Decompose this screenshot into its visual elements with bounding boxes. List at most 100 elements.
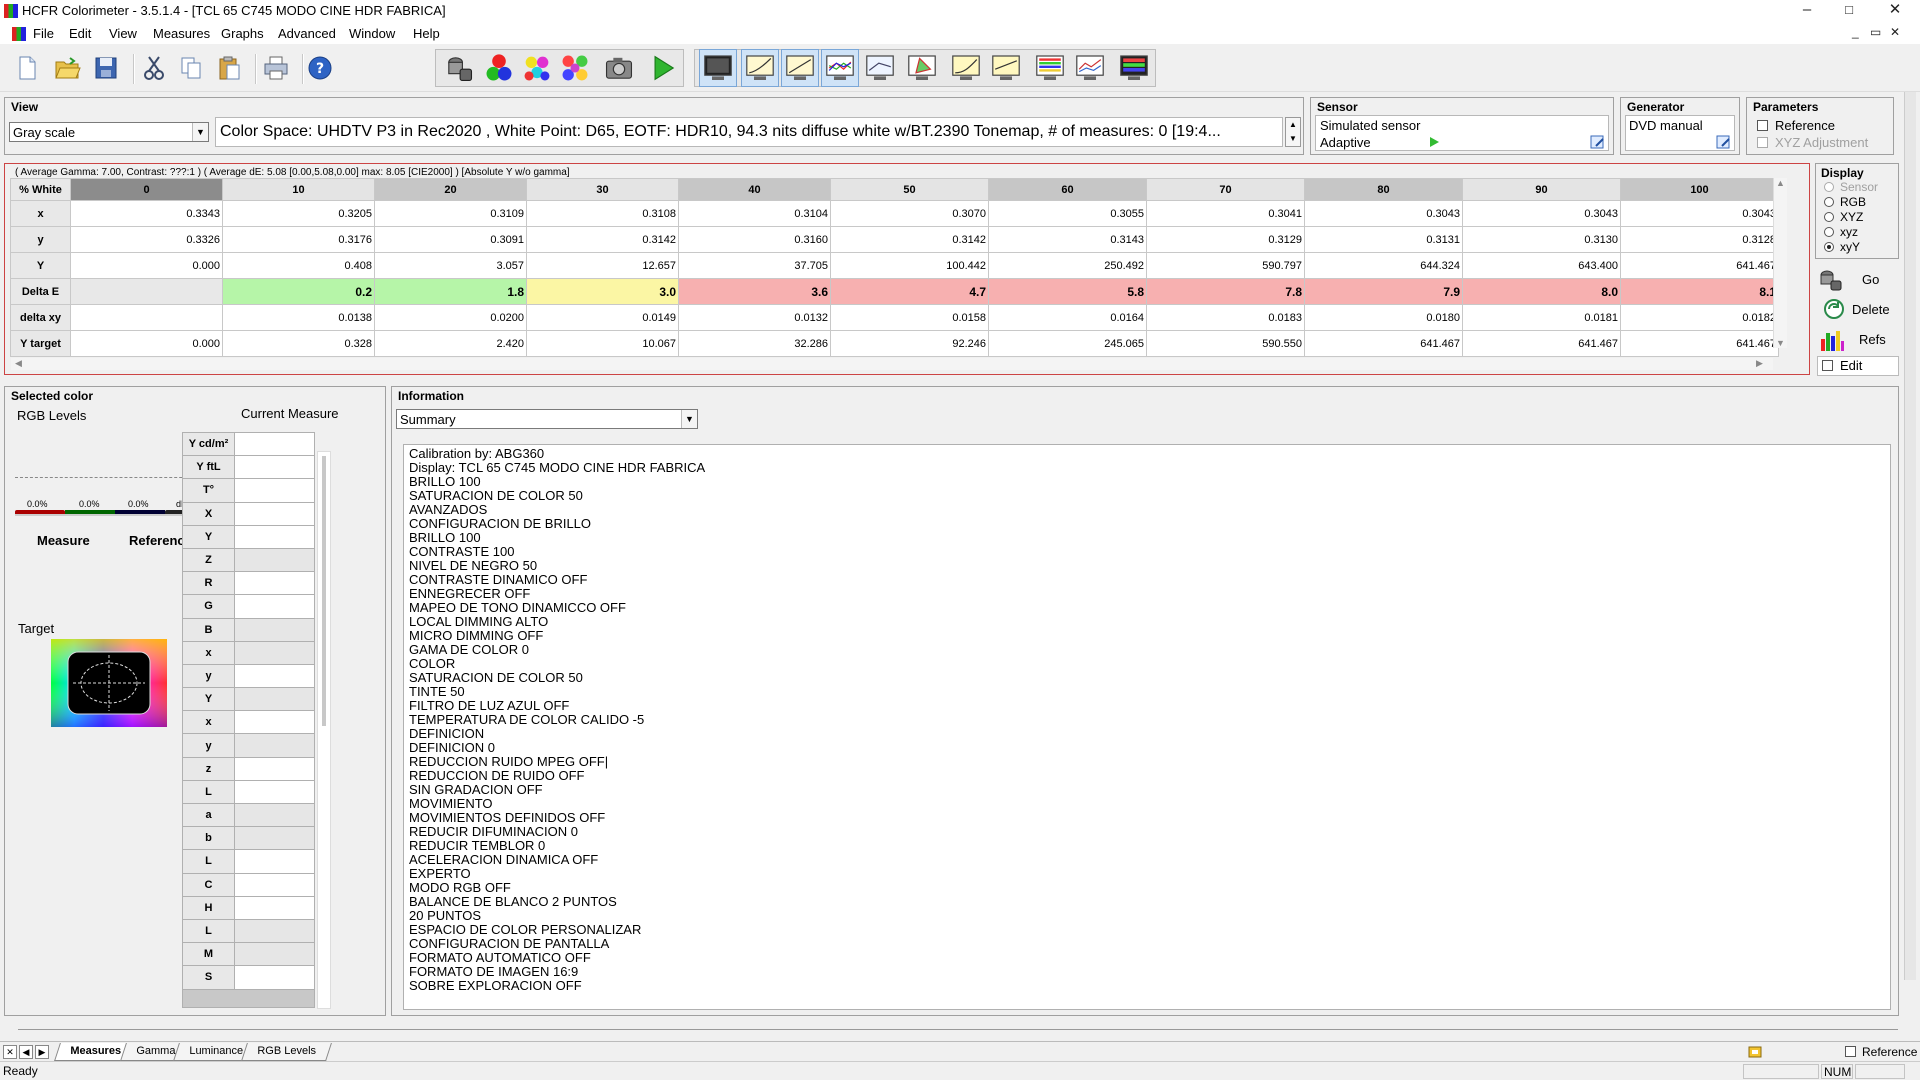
grid-vertical-scrollbar[interactable]: ▲ ▼ — [1773, 178, 1787, 348]
menu-measures[interactable]: Measures — [153, 26, 210, 41]
grid-cell[interactable]: 0.3343 — [70, 200, 223, 227]
maximize-button[interactable]: □ — [1826, 0, 1872, 22]
tab-next-button[interactable]: ▶ — [35, 1045, 49, 1059]
grid-cell[interactable]: 0.3142 — [830, 226, 989, 253]
document-icon[interactable] — [12, 27, 26, 41]
grid-cell[interactable]: 0.3104 — [678, 200, 831, 227]
information-mode-select[interactable]: Summary ▼ — [396, 409, 698, 429]
chevron-down-icon[interactable]: ▼ — [681, 410, 697, 428]
menu-graphs[interactable]: Graphs — [221, 26, 264, 41]
grid-cell[interactable]: 0.3326 — [70, 226, 223, 253]
grid-cell[interactable]: 0.3070 — [830, 200, 989, 227]
view-measures-icon[interactable] — [699, 49, 737, 87]
save-icon[interactable] — [91, 53, 121, 83]
grid-column-header[interactable]: 40 — [678, 178, 831, 201]
grid-cell[interactable]: 0.3043 — [1620, 200, 1779, 227]
grid-cell[interactable]: 0.0182 — [1620, 304, 1779, 331]
grid-cell[interactable]: 0.3128 — [1620, 226, 1779, 253]
grid-column-header[interactable]: 20 — [374, 178, 527, 201]
measures-graph-icon[interactable] — [1072, 50, 1108, 86]
color-temp-graph-icon[interactable] — [862, 50, 898, 86]
open-folder-icon[interactable] — [52, 53, 82, 83]
grid-cell[interactable]: 641.467 — [1620, 252, 1779, 279]
grid-cell[interactable]: 0.3131 — [1304, 226, 1463, 253]
grid-cell[interactable]: 92.246 — [830, 330, 989, 357]
grid-cell[interactable]: 590.550 — [1146, 330, 1305, 357]
grid-cell[interactable]: 0.3130 — [1462, 226, 1621, 253]
grid-cell[interactable]: 590.797 — [1146, 252, 1305, 279]
measure-saturations-icon[interactable] — [558, 51, 592, 85]
measures-grid[interactable]: % White 0 10 20 30 40 50 60 70 80 90 100 x 0.3343 0.32… — [10, 178, 1779, 357]
delete-button[interactable]: Delete — [1815, 295, 1899, 325]
new-document-icon[interactable] — [12, 53, 42, 83]
menu-window[interactable]: Window — [349, 26, 395, 41]
grid-cell[interactable] — [70, 278, 223, 305]
grid-cell[interactable]: 0.3055 — [988, 200, 1147, 227]
edit-toggle[interactable]: Edit — [1817, 356, 1899, 376]
menu-file[interactable]: File — [33, 26, 54, 41]
grid-cell[interactable]: 644.324 — [1304, 252, 1463, 279]
grid-cell[interactable]: 2.420 — [374, 330, 527, 357]
chevron-down-icon[interactable]: ▼ — [192, 123, 208, 141]
series-select[interactable]: Gray scale ▼ — [9, 122, 209, 142]
grid-cell[interactable]: 0.3043 — [1462, 200, 1621, 227]
grid-horizontal-scrollbar[interactable]: ◀ ▶ — [11, 358, 1773, 370]
tab-rgb-levels[interactable]: RGB Levels — [241, 1043, 332, 1061]
grid-cell[interactable]: 0.000 — [70, 252, 223, 279]
grid-cell[interactable]: 0.0138 — [222, 304, 375, 331]
grid-cell[interactable]: 1.8 — [374, 278, 527, 305]
grid-cell[interactable]: 641.467 — [1462, 330, 1621, 357]
grid-cell[interactable]: 37.705 — [678, 252, 831, 279]
grid-cell[interactable]: 100.442 — [830, 252, 989, 279]
refs-button[interactable]: Refs — [1815, 325, 1899, 355]
grid-cell[interactable]: 245.065 — [988, 330, 1147, 357]
grid-cell[interactable]: 0.408 — [222, 252, 375, 279]
xyz-adjustment-checkbox[interactable] — [1757, 137, 1768, 148]
workspace-vertical-scrollbar[interactable] — [1904, 92, 1916, 980]
grid-cell[interactable]: 0.3091 — [374, 226, 527, 253]
grid-cell[interactable]: 641.467 — [1304, 330, 1463, 357]
grid-cell[interactable]: 0.0164 — [988, 304, 1147, 331]
grid-column-header[interactable]: 90 — [1462, 178, 1621, 201]
grid-cell[interactable]: 0.0158 — [830, 304, 989, 331]
reference-checkbox[interactable] — [1757, 120, 1768, 131]
notification-icon[interactable] — [1748, 1045, 1762, 1059]
mdi-close-button[interactable]: ✕ — [1890, 25, 1900, 39]
information-text-area[interactable]: Calibration by: ABG360 Display: TCL 65 C7… — [403, 444, 1891, 1010]
mdi-restore-button[interactable]: ▭ — [1870, 25, 1881, 39]
grid-column-header[interactable]: 30 — [526, 178, 679, 201]
copy-icon[interactable] — [176, 53, 206, 83]
display-option-xyz-radio[interactable] — [1824, 212, 1834, 222]
grid-cell[interactable]: 32.286 — [678, 330, 831, 357]
cut-icon[interactable] — [139, 53, 169, 83]
go-button[interactable]: Go — [1815, 265, 1899, 295]
close-button[interactable]: ✕ — [1872, 0, 1918, 22]
sensor-icon[interactable] — [442, 51, 476, 85]
edit-checkbox[interactable] — [1822, 360, 1833, 371]
grid-column-header[interactable]: 70 — [1146, 178, 1305, 201]
grid-cell[interactable]: 0.3108 — [526, 200, 679, 227]
data-set-icon[interactable] — [1116, 50, 1152, 86]
play-icon[interactable] — [1428, 136, 1440, 148]
menu-edit[interactable]: Edit — [69, 26, 91, 41]
grid-cell[interactable]: 8.1 — [1620, 278, 1779, 305]
display-option-xyy-radio[interactable] — [1824, 242, 1834, 252]
grid-cell[interactable]: 0.328 — [222, 330, 375, 357]
grid-cell[interactable]: 0.0180 — [1304, 304, 1463, 331]
grid-cell[interactable]: 0.3143 — [988, 226, 1147, 253]
generator-box[interactable]: DVD manual — [1625, 115, 1735, 151]
play-measure-icon[interactable] — [646, 51, 680, 85]
menu-advanced[interactable]: Advanced — [278, 26, 336, 41]
display-option-rgb-radio[interactable] — [1824, 197, 1834, 207]
grid-cell[interactable]: 8.0 — [1462, 278, 1621, 305]
rgb-levels-graph-icon[interactable] — [821, 49, 859, 87]
grid-cell[interactable]: 12.657 — [526, 252, 679, 279]
grid-cell[interactable]: 7.9 — [1304, 278, 1463, 305]
sensor-box[interactable]: Simulated sensor Adaptive — [1315, 115, 1609, 151]
grid-column-header[interactable]: 100 — [1620, 178, 1779, 201]
luminance-graph-icon[interactable] — [781, 49, 819, 87]
grid-cell[interactable]: 0.3205 — [222, 200, 375, 227]
configure-sensor-icon[interactable] — [1590, 134, 1606, 150]
grid-cell[interactable]: 0.2 — [222, 278, 375, 305]
help-icon[interactable]: ? — [305, 53, 335, 83]
